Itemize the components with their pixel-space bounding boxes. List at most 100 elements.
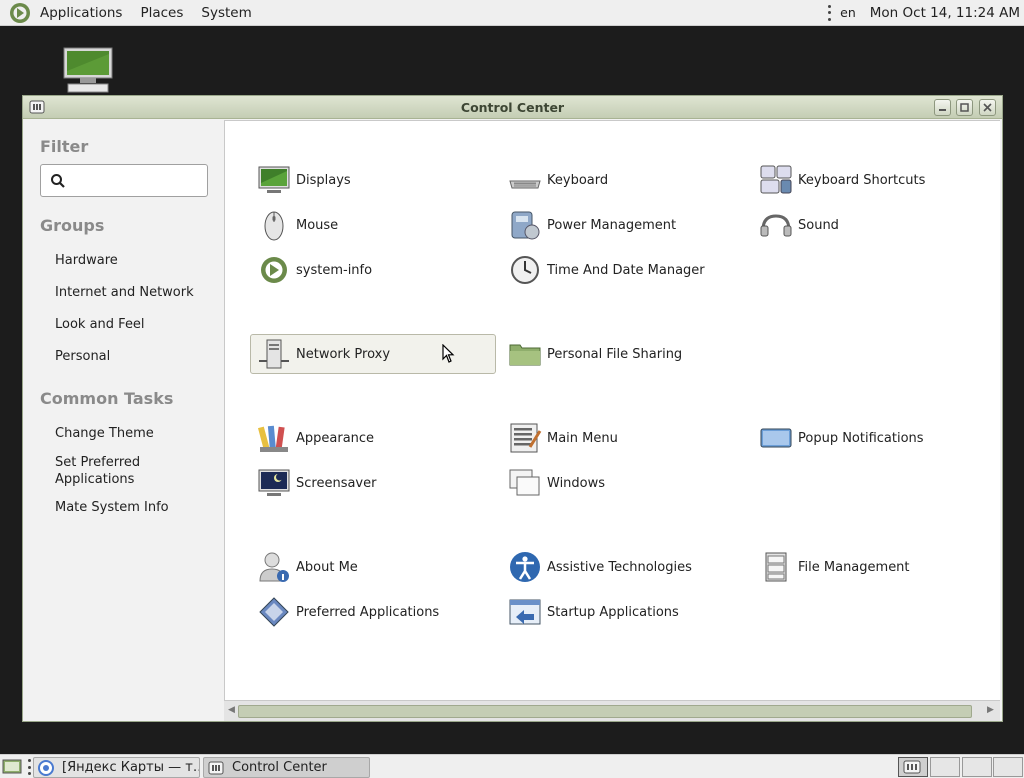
search-icon (51, 174, 65, 188)
main-menu-item[interactable]: Main Menu (502, 418, 748, 458)
scroll-right-icon[interactable]: ▶ (987, 705, 994, 715)
filter-search-input[interactable] (71, 171, 201, 191)
power-management-label: Power Management (547, 217, 677, 233)
close-button[interactable] (979, 99, 996, 116)
windows-label: Windows (547, 475, 606, 491)
personal-file-sharing-item[interactable]: Personal File Sharing (502, 334, 748, 374)
bottom-panel: [Яндекс Карты — т… Control Center (0, 754, 1024, 778)
scrollbar-thumb[interactable] (238, 705, 972, 718)
horizontal-scrollbar[interactable]: ◀ ▶ (224, 700, 1000, 721)
group-look-and-feel[interactable]: Look and Feel (55, 316, 205, 333)
mouse-icon (264, 211, 284, 241)
window-title: Control Center (460, 100, 565, 115)
main-menu-icon (510, 423, 542, 453)
main-menu-label: Main Menu (547, 430, 618, 446)
appearance-label: Appearance (296, 430, 375, 446)
control-center-window: Control Center Filter Groups Hardware In… (22, 95, 1003, 722)
file-management-label: File Management (798, 559, 910, 575)
personal-file-sharing-label: Personal File Sharing (547, 346, 683, 362)
screensaver-label: Screensaver (296, 475, 377, 491)
keyboard-shortcuts-icon (760, 165, 792, 194)
maximize-icon (960, 103, 969, 112)
mouse-cursor-icon (442, 344, 455, 363)
network-proxy-label: Network Proxy (296, 346, 391, 362)
system-info-icon (261, 257, 287, 283)
sound-icon (760, 214, 792, 237)
taskbar-yandex-maps[interactable]: [Яндекс Карты — т… (33, 757, 200, 778)
windows-item[interactable]: Windows (502, 463, 748, 503)
accessibility-icon (510, 552, 540, 582)
sidebar: Filter Groups Hardware Internet and Netw… (23, 120, 223, 721)
control-center-icon (208, 761, 224, 774)
popup-notifications-label: Popup Notifications (798, 430, 924, 446)
about-me-label: About Me (296, 559, 358, 575)
filter-heading: Filter (40, 137, 89, 156)
group-internet-and-network[interactable]: Internet and Network (55, 284, 205, 301)
top-panel: Applications Places System en Mon Oct 14… (0, 0, 1024, 26)
places-menu[interactable]: Places (131, 0, 192, 26)
assistive-technologies-item[interactable]: Assistive Technologies (502, 547, 748, 587)
about-me-item[interactable]: About Me (251, 547, 497, 587)
system-menu[interactable]: System (192, 0, 260, 26)
keyboard-shortcuts-item[interactable]: Keyboard Shortcuts (753, 160, 999, 200)
power-management-icon (511, 211, 540, 240)
panel-handle-icon[interactable] (828, 4, 832, 21)
startup-applications-item[interactable]: Startup Applications (502, 592, 748, 632)
startup-applications-label: Startup Applications (547, 604, 679, 620)
keyboard-shortcuts-label: Keyboard Shortcuts (798, 172, 926, 188)
mate-logo-icon[interactable] (9, 2, 31, 24)
displays-icon (258, 166, 290, 193)
system-info-item[interactable]: system-info (251, 250, 497, 290)
popup-notifications-icon (760, 428, 792, 448)
window-titlebar[interactable]: Control Center (23, 96, 1002, 119)
screensaver-icon (258, 469, 290, 496)
startup-applications-icon (509, 599, 541, 625)
time-date-item[interactable]: Time And Date Manager (502, 250, 748, 290)
workspace-3-icon[interactable] (962, 757, 992, 777)
appearance-icon (257, 425, 288, 452)
sound-label: Sound (798, 217, 839, 233)
filter-search-box[interactable] (40, 164, 208, 197)
scroll-left-icon[interactable]: ◀ (228, 705, 235, 715)
groups-heading: Groups (40, 216, 105, 235)
maximize-button[interactable] (956, 99, 973, 116)
power-management-item[interactable]: Power Management (502, 205, 748, 245)
applications-menu[interactable]: Applications (31, 0, 131, 26)
bottom-panel-handle-icon[interactable] (28, 759, 32, 775)
preferred-applications-label: Preferred Applications (296, 604, 440, 620)
displays-item[interactable]: Displays (251, 160, 497, 200)
clock-icon (511, 256, 539, 284)
keyboard-label: Keyboard (547, 172, 609, 188)
preferred-applications-icon (259, 597, 289, 627)
group-personal[interactable]: Personal (55, 348, 205, 365)
time-date-label: Time And Date Manager (547, 262, 705, 278)
keyboard-layout-indicator[interactable]: en (840, 5, 856, 20)
task-set-preferred-applications[interactable]: Set Preferred Applications (55, 454, 155, 488)
mouse-label: Mouse (296, 217, 339, 233)
popup-notifications-item[interactable]: Popup Notifications (753, 418, 999, 458)
folder-share-icon (509, 344, 541, 366)
file-management-item[interactable]: File Management (753, 547, 999, 587)
network-proxy-icon (259, 339, 289, 369)
minimize-button[interactable] (934, 99, 951, 116)
workspace-2-icon[interactable] (930, 757, 960, 777)
mouse-item[interactable]: Mouse (251, 205, 497, 245)
keyboard-item[interactable]: Keyboard (502, 160, 748, 200)
preferred-applications-item[interactable]: Preferred Applications (251, 592, 497, 632)
task-change-theme[interactable]: Change Theme (55, 425, 205, 442)
taskbar-control-center[interactable]: Control Center (203, 757, 370, 778)
group-hardware[interactable]: Hardware (55, 252, 205, 269)
computer-desktop-icon[interactable] (62, 46, 114, 94)
show-desktop-icon[interactable] (2, 758, 22, 776)
appearance-item[interactable]: Appearance (251, 418, 497, 458)
user-icon (259, 552, 289, 582)
workspace-switcher-icon[interactable] (898, 757, 928, 777)
sound-item[interactable]: Sound (753, 205, 999, 245)
file-cabinet-icon (765, 552, 787, 582)
task-mate-system-info[interactable]: Mate System Info (55, 499, 205, 516)
network-proxy-item[interactable]: Network Proxy (250, 334, 496, 374)
browser-icon (38, 759, 54, 776)
clock[interactable]: Mon Oct 14, 11:24 AM (870, 5, 1020, 21)
workspace-4-icon[interactable] (993, 757, 1023, 777)
screensaver-item[interactable]: Screensaver (251, 463, 497, 503)
